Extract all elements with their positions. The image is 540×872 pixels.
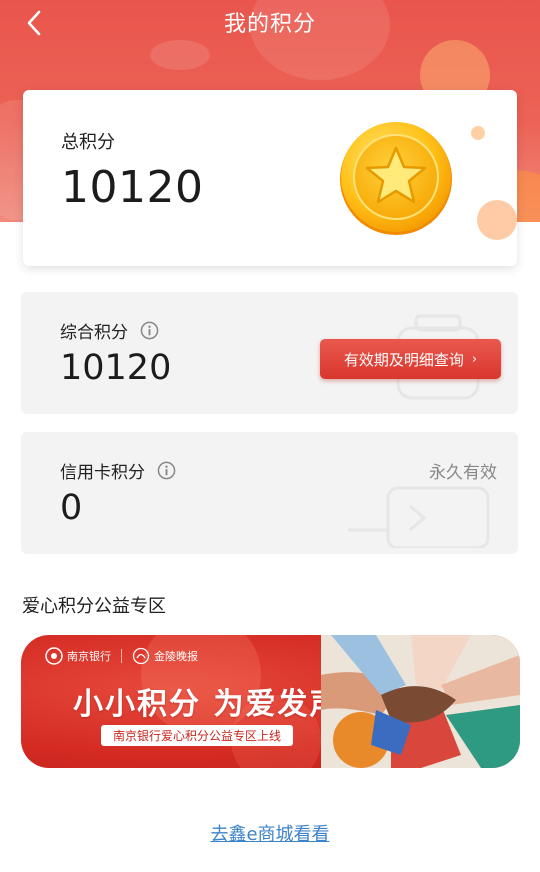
mall-link[interactable]: 去鑫e商城看看 [0, 820, 540, 846]
credit-card-points-value: 0 [60, 488, 83, 528]
comprehensive-points-card: 综合积分 10120 有效期及明细查询 › [21, 292, 518, 414]
banner-subtitle: 南京银行爱心积分公益专区上线 [101, 725, 294, 746]
info-icon[interactable] [157, 461, 176, 480]
bank-logo-icon [45, 647, 63, 665]
coin-star-icon [340, 122, 452, 235]
comprehensive-points-label: 综合积分 [60, 318, 159, 343]
joined-hands-illustration [321, 635, 520, 768]
validity-detail-button[interactable]: 有效期及明细查询 › [320, 339, 501, 379]
total-points-card: 总积分 10120 [23, 90, 517, 266]
validity-detail-button-label: 有效期及明细查询 [343, 350, 464, 369]
total-points-value: 10120 [61, 162, 204, 213]
validity-status: 永久有效 [429, 463, 497, 483]
info-icon[interactable] [140, 321, 159, 340]
chevron-right-icon: › [471, 351, 478, 367]
charity-banner[interactable]: 南京银行 金陵晚报 小小积分 为爱发声 南京银行爱心积分公益专区上线 [21, 635, 520, 768]
credit-card-points-label: 信用卡积分 [60, 458, 176, 483]
nav-bar: 我的积分 [0, 0, 540, 46]
charity-section-title: 爱心积分公益专区 [22, 596, 166, 617]
banner-brand-partner: 金陵晚报 [154, 650, 198, 663]
banner-brand-row: 南京银行 金陵晚报 [45, 647, 198, 665]
banner-brand-bank: 南京银行 [67, 650, 111, 663]
page-title: 我的积分 [223, 12, 316, 37]
credit-card-points-card: 信用卡积分 0 永久有效 [21, 432, 518, 554]
partner-logo-icon [132, 647, 150, 665]
total-points-label: 总积分 [61, 132, 115, 153]
credit-card-points-label-text: 信用卡积分 [60, 463, 145, 483]
comprehensive-points-value: 10120 [60, 348, 172, 388]
banner-headline: 小小积分 为爱发声 [73, 687, 342, 722]
comprehensive-points-label-text: 综合积分 [60, 323, 128, 343]
